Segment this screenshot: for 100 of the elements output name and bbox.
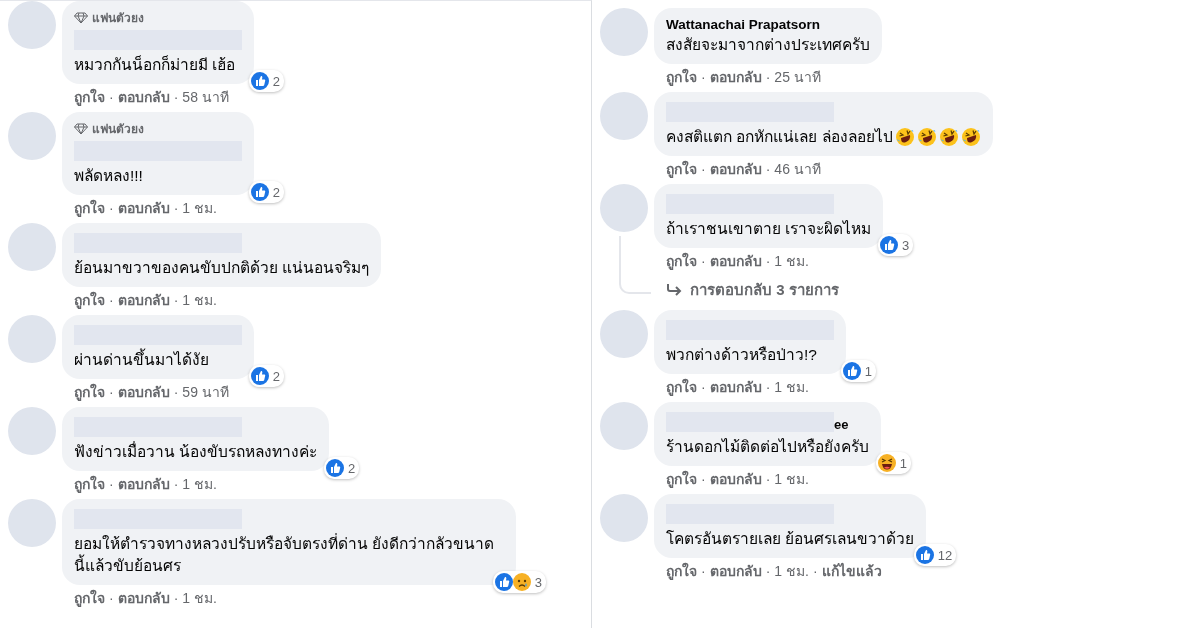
avatar[interactable] <box>600 184 648 232</box>
avatar[interactable] <box>600 494 648 542</box>
separator-dot: · <box>109 589 114 608</box>
avatar[interactable] <box>600 402 648 450</box>
separator-dot: · <box>765 160 771 179</box>
like-reaction-icon <box>842 362 861 380</box>
comment-time[interactable]: 1 ชม. <box>182 588 217 608</box>
avatar[interactable] <box>600 310 648 358</box>
like-link[interactable]: ถูกใจ <box>666 67 697 87</box>
comment-text: หมวกกันน็อกก็ม่ายมี เฮ้อ <box>74 54 236 75</box>
avatar[interactable] <box>8 407 56 455</box>
reply-link[interactable]: ตอบกลับ <box>117 382 170 402</box>
like-link[interactable]: ถูกใจ <box>666 251 697 271</box>
avatar[interactable] <box>8 112 56 160</box>
separator-dot: · <box>701 252 706 271</box>
reaction-count[interactable]: 3 <box>878 234 914 256</box>
reply-link[interactable]: ตอบกลับ <box>709 67 762 87</box>
comment-time[interactable]: 1 ชม. <box>774 469 809 489</box>
like-link[interactable]: ถูกใจ <box>666 469 697 489</box>
like-reaction-icon <box>250 367 269 385</box>
commenter-name[interactable]: ee <box>834 417 849 432</box>
reply-link[interactable]: ตอบกลับ <box>117 290 170 310</box>
separator-dot: · <box>701 562 706 581</box>
comment-time[interactable]: 1 ชม. <box>774 561 809 581</box>
separator-dot: · <box>173 199 179 218</box>
sad-face-icon <box>512 573 531 591</box>
comment-time[interactable]: 25 นาที <box>774 67 821 87</box>
separator-dot: · <box>173 383 179 402</box>
like-link[interactable]: ถูกใจ <box>666 561 697 581</box>
like-link[interactable]: ถูกใจ <box>74 588 105 608</box>
reaction-count[interactable]: 2 <box>248 181 284 203</box>
separator-dot: · <box>109 88 114 107</box>
reply-link[interactable]: ตอบกลับ <box>709 377 762 397</box>
reply-link[interactable]: ตอบกลับ <box>709 469 762 489</box>
avatar[interactable] <box>600 8 648 56</box>
like-reaction-icon <box>880 236 899 254</box>
like-link[interactable]: ถูกใจ <box>74 474 105 494</box>
like-reaction-icon <box>250 183 269 201</box>
avatar[interactable] <box>600 92 648 140</box>
diamond-icon <box>74 122 88 135</box>
comment-text: ฟังข่าวเมื่อวาน น้องขับรถหลงทางค่ะ <box>74 441 318 462</box>
separator-dot: · <box>173 589 179 608</box>
comment-time[interactable]: 58 นาที <box>182 87 229 107</box>
comment-text: ถ้าเราชนเขาตาย เราจะผิดไหม <box>666 219 872 239</box>
separator-dot: · <box>812 562 818 581</box>
comment-text: คงสติแตก อกหักแน่เลย ล่องลอยไป <box>666 127 893 147</box>
like-link[interactable]: ถูกใจ <box>74 87 105 107</box>
comment-text: ย้อนมาขวาของคนขับปกติด้วย แน่นอนจริมๆ <box>74 258 370 278</box>
comment-time[interactable]: 1 ชม. <box>774 251 809 271</box>
comment-text: พวกต่างด้าวหรือป่าว!? <box>666 345 817 365</box>
reaction-count[interactable]: 1 <box>875 452 911 474</box>
separator-dot: · <box>701 160 706 179</box>
separator-dot: · <box>109 383 114 402</box>
reply-link[interactable]: ตอบกลับ <box>117 87 170 107</box>
separator-dot: · <box>765 252 771 271</box>
reaction-count[interactable]: 12 <box>913 544 957 566</box>
comment-time[interactable]: 59 นาที <box>182 382 229 402</box>
like-link[interactable]: ถูกใจ <box>666 159 697 179</box>
reaction-count[interactable]: 1 <box>840 360 876 382</box>
like-link[interactable]: ถูกใจ <box>74 290 105 310</box>
avatar[interactable] <box>8 499 56 547</box>
reaction-count[interactable]: 2 <box>248 70 284 92</box>
comment-time[interactable]: 46 นาที <box>774 159 821 179</box>
separator-dot: · <box>765 378 771 397</box>
reaction-count[interactable]: 3 <box>492 571 546 593</box>
comment-time[interactable]: 1 ชม. <box>182 474 217 494</box>
like-reaction-icon <box>494 573 513 591</box>
avatar[interactable] <box>8 223 56 271</box>
separator-dot: · <box>765 562 771 581</box>
like-reaction-icon <box>326 459 345 477</box>
avatar[interactable] <box>8 1 56 49</box>
comment-time[interactable]: 1 ชม. <box>774 377 809 397</box>
separator-dot: · <box>701 378 706 397</box>
avatar[interactable] <box>8 315 56 363</box>
reply-link[interactable]: ตอบกลับ <box>709 159 762 179</box>
reply-link[interactable]: ตอบกลับ <box>709 561 762 581</box>
reply-link[interactable]: ตอบกลับ <box>117 474 170 494</box>
rolling-laughing-emoji-icon <box>938 127 959 147</box>
comment-text: โคตรอันตรายเลย ย้อนศรเลนขวาด้วย <box>666 529 915 549</box>
commenter-name[interactable]: Wattanachai Prapatsorn <box>666 16 821 34</box>
like-link[interactable]: ถูกใจ <box>74 198 105 218</box>
reaction-count[interactable]: 2 <box>324 457 360 479</box>
separator-dot: · <box>701 68 706 87</box>
reply-link[interactable]: ตอบกลับ <box>117 198 170 218</box>
rolling-laughing-emoji-icon <box>960 127 981 147</box>
view-replies-link[interactable]: การตอบกลับ 3 รายการ <box>654 278 839 302</box>
rolling-laughing-emoji-icon <box>894 127 915 147</box>
edited-label[interactable]: แก้ไขแล้ว <box>821 561 882 581</box>
comment-text: พลัดหลง!!! <box>74 166 143 186</box>
reply-link[interactable]: ตอบกลับ <box>117 588 170 608</box>
comment-time[interactable]: 1 ชม. <box>182 198 217 218</box>
comment-time[interactable]: 1 ชม. <box>182 290 217 310</box>
reply-link[interactable]: ตอบกลับ <box>709 251 762 271</box>
separator-dot: · <box>765 470 771 489</box>
like-link[interactable]: ถูกใจ <box>74 382 105 402</box>
reaction-count[interactable]: 2 <box>248 365 284 387</box>
like-link[interactable]: ถูกใจ <box>666 377 697 397</box>
separator-dot: · <box>173 475 179 494</box>
separator-dot: · <box>109 199 114 218</box>
comment-text: ร้านดอกไม้ติดต่อไปหรือยังครับ <box>666 437 869 457</box>
